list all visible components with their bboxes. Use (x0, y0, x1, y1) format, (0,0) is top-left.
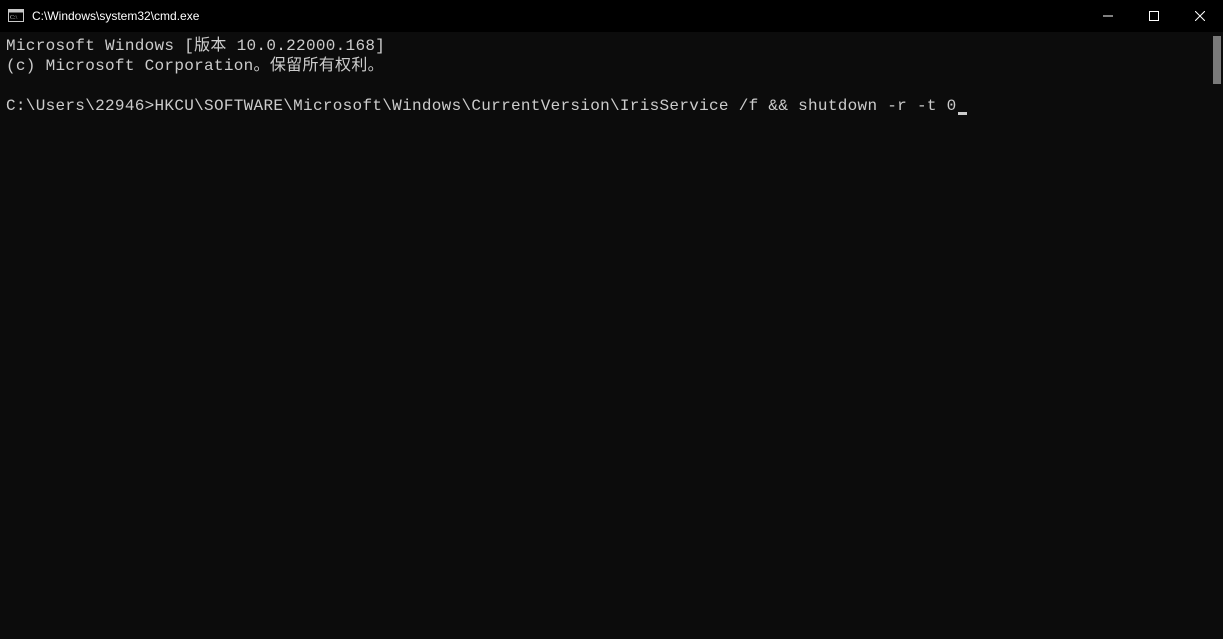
maximize-button[interactable] (1131, 0, 1177, 32)
window-controls (1085, 0, 1223, 32)
titlebar[interactable]: C:\ C:\Windows\system32\cmd.exe (0, 0, 1223, 32)
minimize-button[interactable] (1085, 0, 1131, 32)
prompt: C:\Users\22946> (6, 97, 155, 115)
terminal-area[interactable]: Microsoft Windows [版本 10.0.22000.168] (c… (0, 32, 1223, 639)
cmd-icon: C:\ (8, 8, 24, 24)
terminal-output: Microsoft Windows [版本 10.0.22000.168] (c… (6, 36, 1217, 116)
scrollbar-thumb[interactable] (1213, 36, 1221, 84)
svg-text:C:\: C:\ (10, 15, 18, 21)
cursor (958, 112, 967, 115)
banner-line-1: Microsoft Windows [版本 10.0.22000.168] (6, 37, 385, 55)
window-title: C:\Windows\system32\cmd.exe (32, 9, 199, 23)
command-input[interactable]: HKCU\SOFTWARE\Microsoft\Windows\CurrentV… (155, 97, 957, 115)
titlebar-left: C:\ C:\Windows\system32\cmd.exe (0, 8, 199, 24)
close-button[interactable] (1177, 0, 1223, 32)
banner-line-2: (c) Microsoft Corporation。保留所有权利。 (6, 57, 384, 75)
